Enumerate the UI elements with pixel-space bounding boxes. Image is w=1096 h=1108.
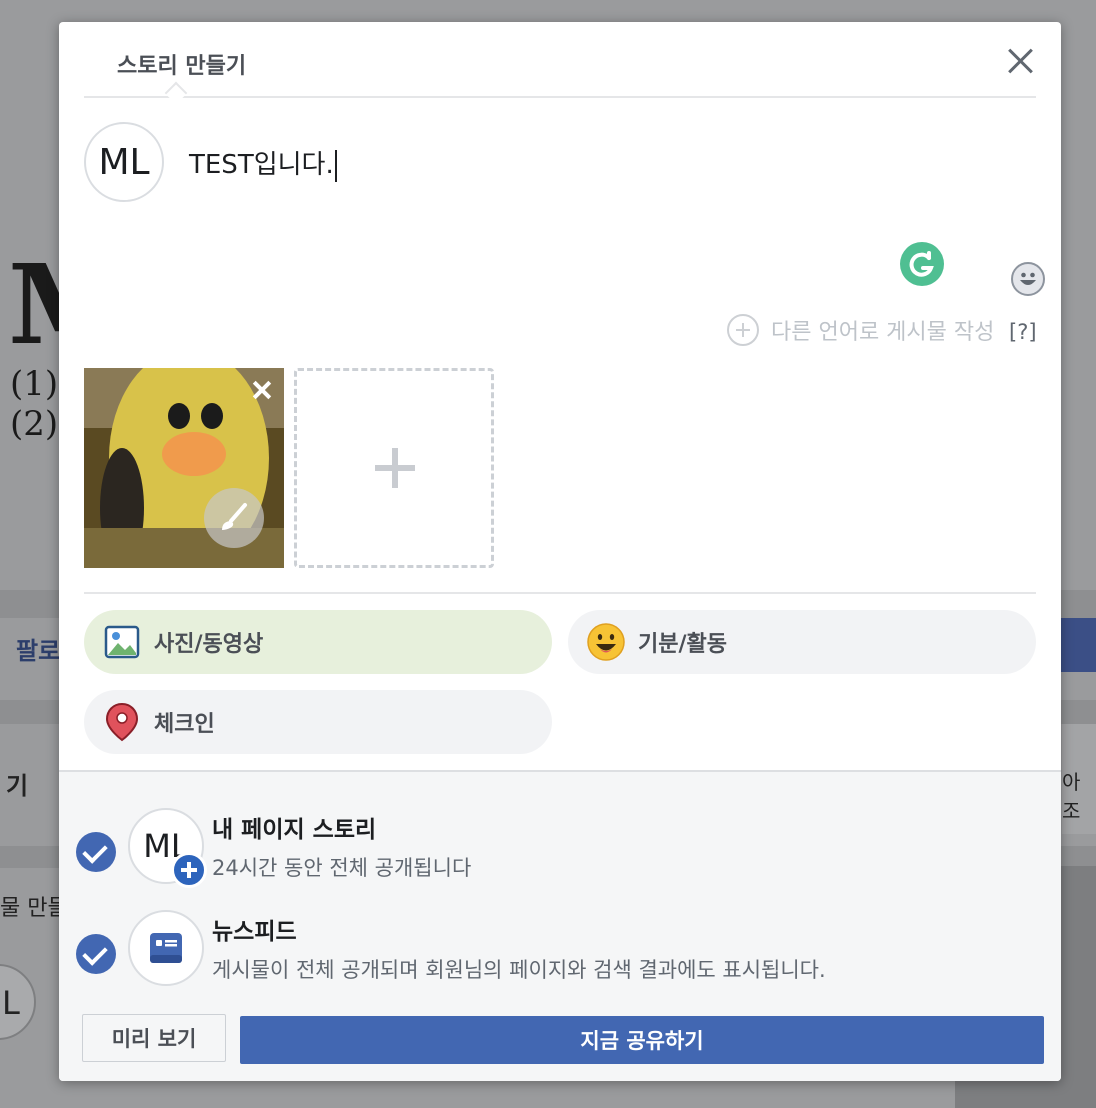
dialog-header: 스토리 만들기	[84, 22, 1036, 105]
background-avatar-text: L	[2, 984, 20, 1022]
destination-title: 내 페이지 스토리	[212, 817, 377, 843]
create-story-dialog: 스토리 만들기 ML TEST입니다. 다른 언어로 게시물 작성 [?] 사진…	[59, 22, 1061, 1081]
destination-page-story[interactable]: ML 내 페이지 스토리 24시간 동안 전체 공개됩니다	[59, 808, 1061, 888]
background-list-item: (1)	[10, 364, 59, 404]
other-language-label: 다른 언어로 게시물 작성	[771, 320, 995, 345]
smiley-face-icon	[586, 622, 626, 662]
tab-create-story[interactable]: 스토리 만들기	[117, 48, 246, 80]
add-media-button[interactable]	[294, 368, 494, 568]
author-avatar: ML	[84, 122, 164, 202]
attached-photo[interactable]	[84, 368, 284, 568]
background-follow-button: 팔로	[16, 637, 61, 665]
photo-video-label: 사진/동영상	[154, 632, 264, 657]
feeling-activity-button[interactable]: 기분/활동	[568, 610, 1036, 674]
write-in-other-language-button[interactable]: 다른 언어로 게시물 작성	[727, 314, 994, 346]
newsfeed-icon	[128, 910, 204, 986]
check-icon[interactable]	[76, 934, 116, 974]
check-icon[interactable]	[76, 832, 116, 872]
grammarly-icon[interactable]	[900, 242, 944, 286]
background-text: 아조	[1062, 770, 1081, 823]
composer-text: TEST입니다.	[189, 150, 334, 180]
share-now-button[interactable]: 지금 공유하기	[240, 1016, 1044, 1064]
photo-icon	[102, 622, 142, 662]
remove-photo-icon[interactable]	[250, 378, 274, 402]
close-icon[interactable]	[1003, 44, 1037, 78]
text-cursor	[334, 149, 337, 182]
background-blue-button	[1060, 618, 1096, 672]
background-text: 기	[6, 772, 29, 800]
check-in-button[interactable]: 체크인	[84, 690, 552, 754]
section-divider	[84, 592, 1036, 594]
photo-video-button[interactable]: 사진/동영상	[84, 610, 552, 674]
background-list-item: (2)	[10, 404, 59, 444]
composer-input[interactable]: TEST입니다.	[189, 144, 337, 182]
background-text: 물 만들	[0, 896, 68, 921]
help-link[interactable]: [?]	[1009, 320, 1037, 344]
add-circle-icon	[727, 314, 759, 346]
destination-description: 24시간 동안 전체 공개됩니다	[212, 856, 472, 880]
check-in-label: 체크인	[154, 712, 215, 737]
feeling-activity-label: 기분/활동	[638, 632, 727, 657]
brush-icon[interactable]	[204, 488, 264, 548]
plus-badge-icon	[171, 852, 207, 888]
tab-indicator	[164, 81, 188, 105]
preview-button[interactable]: 미리 보기	[82, 1014, 226, 1062]
location-pin-icon	[102, 702, 142, 742]
destination-title: 뉴스피드	[212, 919, 297, 945]
smiley-icon[interactable]	[1011, 262, 1045, 296]
destination-newsfeed[interactable]: 뉴스피드 게시물이 전체 공개되며 회원님의 페이지와 검색 결과에도 표시됩니…	[59, 910, 1061, 990]
destination-description: 게시물이 전체 공개되며 회원님의 페이지와 검색 결과에도 표시됩니다.	[212, 958, 826, 982]
